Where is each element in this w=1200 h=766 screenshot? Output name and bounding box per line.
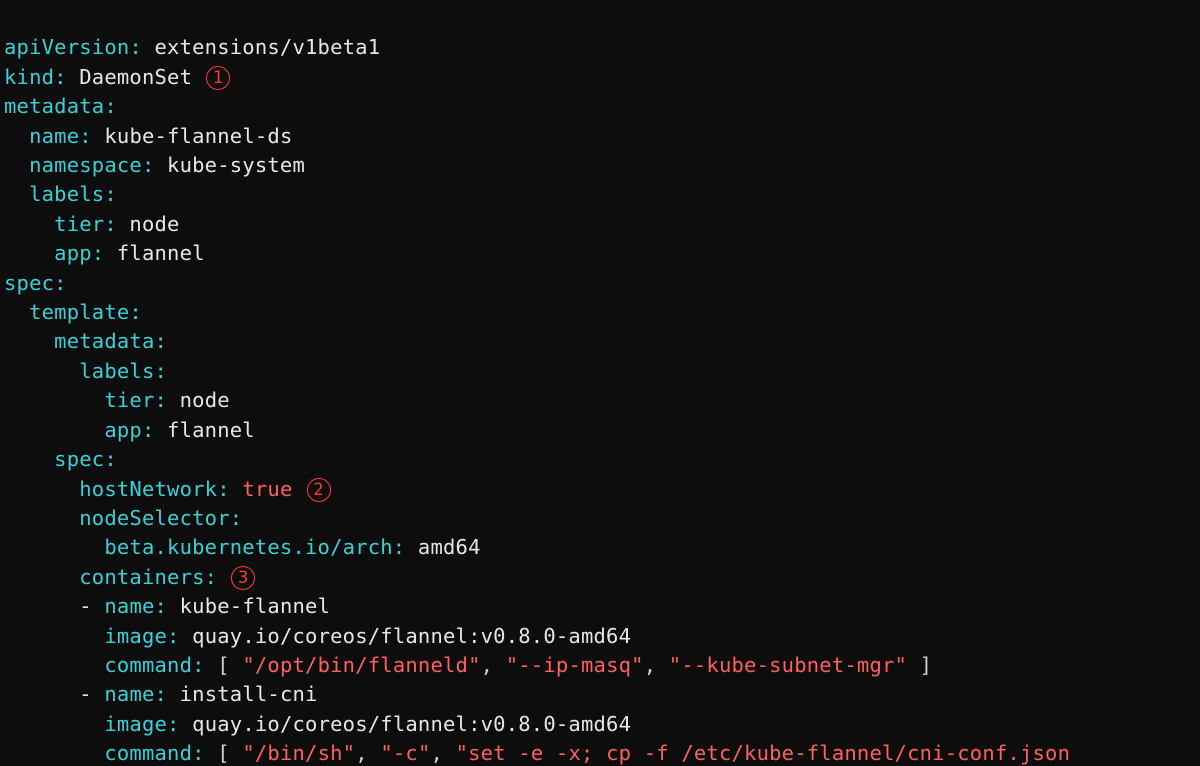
yaml-key: name: — [104, 594, 167, 618]
yaml-key: containers: — [79, 565, 217, 589]
yaml-key: kind: — [4, 65, 67, 89]
comma: , — [430, 741, 455, 765]
yaml-value: node — [167, 388, 230, 412]
line-17: nodeSelector: — [4, 506, 242, 530]
yaml-key: spec: — [54, 447, 117, 471]
annotation-marker-3: 3 — [231, 566, 255, 590]
line-4: name: kube-flannel-ds — [4, 124, 293, 148]
yaml-value: kube-flannel-ds — [92, 124, 293, 148]
yaml-key: name: — [29, 124, 92, 148]
yaml-key: app: — [54, 241, 104, 265]
line-16: hostNetwork: true 2 — [4, 477, 331, 501]
yaml-value: install-cni — [167, 682, 318, 706]
yaml-value: flannel — [104, 241, 204, 265]
yaml-key: template: — [29, 300, 142, 324]
bracket-open: [ — [205, 741, 243, 765]
line-23: - name: install-cni — [4, 682, 318, 706]
yaml-string: "/opt/bin/flanneld" — [242, 653, 480, 677]
line-6: labels: — [4, 182, 117, 206]
yaml-string: "-c" — [380, 741, 430, 765]
yaml-key: spec: — [4, 271, 67, 295]
line-11: metadata: — [4, 329, 167, 353]
line-8: app: flannel — [4, 241, 205, 265]
line-12: labels: — [4, 359, 167, 383]
yaml-key: command: — [104, 741, 204, 765]
line-10: template: — [4, 300, 142, 324]
yaml-key: hostNetwork: — [79, 477, 230, 501]
comma: , — [481, 653, 506, 677]
line-13: tier: node — [4, 388, 230, 412]
yaml-dash: - — [79, 682, 104, 706]
comma: , — [355, 741, 380, 765]
yaml-key: labels: — [79, 359, 167, 383]
yaml-dash: - — [79, 594, 104, 618]
bracket-close: ] — [907, 653, 932, 677]
yaml-key: image: — [104, 624, 179, 648]
yaml-key: tier: — [104, 388, 167, 412]
line-19: containers: 3 — [4, 565, 255, 589]
annotation-marker-2: 2 — [307, 478, 331, 502]
line-15: spec: — [4, 447, 117, 471]
yaml-key: namespace: — [29, 153, 154, 177]
yaml-string: "/bin/sh" — [242, 741, 355, 765]
line-22: command: [ "/opt/bin/flanneld", "--ip-ma… — [4, 653, 932, 677]
yaml-key: beta.kubernetes.io/arch: — [104, 535, 405, 559]
yaml-string: "--kube-subnet-mgr" — [669, 653, 907, 677]
line-3: metadata: — [4, 94, 117, 118]
line-2: kind: DaemonSet 1 — [4, 65, 230, 89]
line-5: namespace: kube-system — [4, 153, 305, 177]
line-7: tier: node — [4, 212, 180, 236]
line-21: image: quay.io/coreos/flannel:v0.8.0-amd… — [4, 624, 631, 648]
yaml-value: amd64 — [405, 535, 480, 559]
annotation-marker-1: 1 — [206, 66, 230, 90]
yaml-value-bool: true — [230, 477, 293, 501]
yaml-key: name: — [104, 682, 167, 706]
yaml-key: labels: — [29, 182, 117, 206]
yaml-key: metadata: — [4, 94, 117, 118]
yaml-value: quay.io/coreos/flannel:v0.8.0-amd64 — [180, 624, 632, 648]
yaml-value: kube-system — [155, 153, 306, 177]
yaml-value: DaemonSet — [67, 65, 192, 89]
line-18: beta.kubernetes.io/arch: amd64 — [4, 535, 481, 559]
comma: , — [644, 653, 669, 677]
yaml-key: metadata: — [54, 329, 167, 353]
bracket-open: [ — [205, 653, 243, 677]
yaml-string: "set -e -x; cp -f /etc/kube-flannel/cni-… — [456, 741, 1071, 765]
yaml-key: tier: — [54, 212, 117, 236]
yaml-value: kube-flannel — [167, 594, 330, 618]
line-1: apiVersion: extensions/v1beta1 — [4, 35, 380, 59]
yaml-key: app: — [104, 418, 154, 442]
line-9: spec: — [4, 271, 67, 295]
line-14: app: flannel — [4, 418, 255, 442]
yaml-value: node — [117, 212, 180, 236]
line-24: image: quay.io/coreos/flannel:v0.8.0-amd… — [4, 712, 631, 736]
yaml-value: extensions/v1beta1 — [142, 35, 380, 59]
yaml-code-block: apiVersion: extensions/v1beta1 kind: Dae… — [0, 0, 1200, 766]
line-20: - name: kube-flannel — [4, 594, 330, 618]
yaml-key: image: — [104, 712, 179, 736]
yaml-key: apiVersion: — [4, 35, 142, 59]
yaml-key: nodeSelector: — [79, 506, 242, 530]
yaml-key: command: — [104, 653, 204, 677]
line-25: command: [ "/bin/sh", "-c", "set -e -x; … — [4, 741, 1070, 765]
yaml-string: "--ip-masq" — [506, 653, 644, 677]
yaml-value: flannel — [155, 418, 255, 442]
yaml-value: quay.io/coreos/flannel:v0.8.0-amd64 — [180, 712, 632, 736]
